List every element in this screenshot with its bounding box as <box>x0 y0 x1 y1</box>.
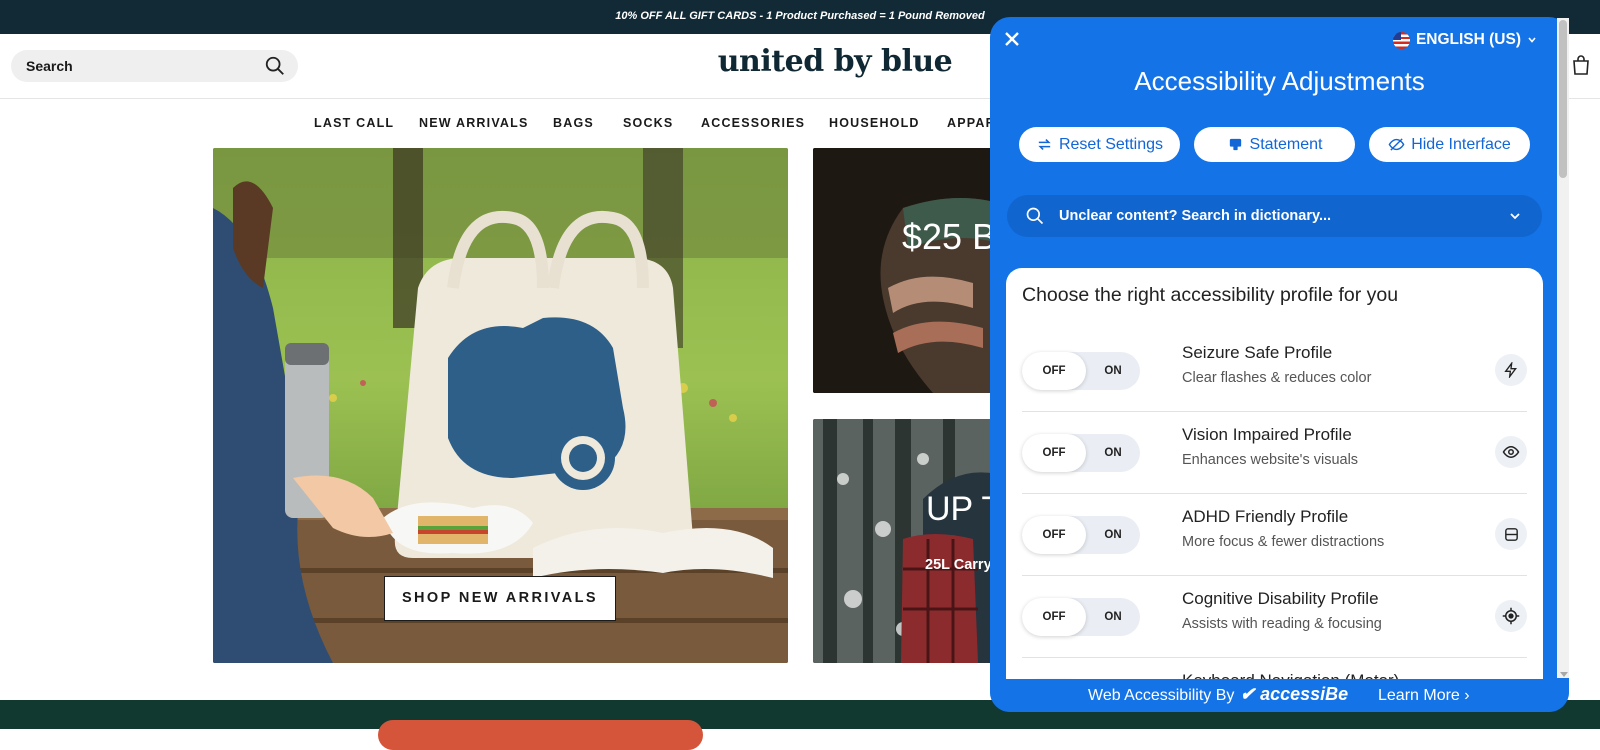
profile-description: Assists with reading & focusing <box>1182 616 1382 632</box>
accessibe-brand-text: accessiBe <box>1260 684 1349 704</box>
scroll-down-arrow[interactable] <box>1560 672 1568 677</box>
socks-image <box>813 148 1013 393</box>
dictionary-search-placeholder: Unclear content? Search in dictionary... <box>1059 208 1332 224</box>
adhd-friendly-toggle[interactable]: OFF ON <box>1022 516 1140 554</box>
language-selector[interactable]: ENGLISH (US) <box>1392 31 1537 49</box>
us-flag-icon <box>1392 31 1410 49</box>
profile-title: ADHD Friendly Profile <box>1182 507 1349 526</box>
nav-item-apparel[interactable]: APPAR <box>947 116 996 130</box>
search-icon <box>1026 207 1044 225</box>
nav-item-household[interactable]: HOUSEHOLD <box>829 116 920 130</box>
language-label: ENGLISH (US) <box>1415 31 1521 48</box>
focus-frame-icon <box>1495 518 1527 550</box>
footer-by-text: Web Accessibility By <box>1088 687 1235 704</box>
cart-icon[interactable] <box>1569 54 1593 78</box>
profile-description: Clear flashes & reduces color <box>1182 370 1372 386</box>
gift-card-promo-text: $25 B <box>902 216 997 257</box>
profile-title: Vision Impaired Profile <box>1182 425 1352 444</box>
seizure-safe-toggle[interactable]: OFF ON <box>1022 352 1140 390</box>
eye-slash-icon <box>1388 138 1405 151</box>
nav-item-bags[interactable]: BAGS <box>553 116 594 130</box>
profile-row-cognitive-disability: OFF ON Cognitive Disability Profile Assi… <box>1022 576 1527 658</box>
panel-scrollbar-thumb[interactable] <box>1559 20 1567 178</box>
learn-more-link[interactable]: Learn More › <box>1378 687 1470 705</box>
toggle-on[interactable]: ON <box>1086 434 1140 472</box>
statement-label: Statement <box>1249 135 1323 153</box>
toggle-off[interactable]: OFF <box>1022 352 1086 390</box>
nav-item-accessories[interactable]: ACCESSORIES <box>701 116 805 130</box>
panel-footer: Web Accessibility By ✔ accessiBe Learn M… <box>990 679 1569 712</box>
site-logo[interactable]: united by blue <box>690 44 980 79</box>
chevron-down-icon <box>1528 37 1536 43</box>
dictionary-search[interactable]: Unclear content? Search in dictionary... <box>1007 195 1542 237</box>
profile-row-seizure-safe: OFF ON Seizure Safe Profile Clear flashe… <box>1022 330 1527 412</box>
profile-description: More focus & fewer distractions <box>1182 534 1385 550</box>
profile-title: Cognitive Disability Profile <box>1182 589 1379 608</box>
profile-row-vision-impaired: OFF ON Vision Impaired Profile Enhances … <box>1022 412 1527 494</box>
bolt-icon <box>1495 354 1527 386</box>
shop-new-arrivals-button[interactable]: SHOP NEW ARRIVALS <box>384 576 616 621</box>
nav-item-new-arrivals[interactable]: NEW ARRIVALS <box>419 116 529 130</box>
reset-arrows-icon <box>1038 138 1051 151</box>
nav-item-last-call[interactable]: LAST CALL <box>314 116 394 130</box>
profile-row-adhd-friendly: OFF ON ADHD Friendly Profile More focus … <box>1022 494 1527 576</box>
toggle-on[interactable]: ON <box>1086 352 1140 390</box>
toggle-off[interactable]: OFF <box>1022 434 1086 472</box>
hero-gift-card-promo[interactable] <box>813 148 1013 393</box>
reset-settings-button[interactable]: Reset Settings <box>1019 127 1180 162</box>
statement-button[interactable]: Statement <box>1194 127 1355 162</box>
toggle-on[interactable]: ON <box>1086 598 1140 636</box>
accessibility-panel: ENGLISH (US) Accessibility Adjustments R… <box>990 17 1569 712</box>
panel-title: Accessibility Adjustments <box>1134 66 1425 96</box>
cognitive-disability-toggle[interactable]: OFF ON <box>1022 598 1140 636</box>
statement-icon <box>1229 138 1241 151</box>
target-icon <box>1495 600 1527 632</box>
hero-backpack-promo[interactable] <box>813 419 1013 663</box>
close-icon[interactable] <box>1001 28 1023 50</box>
snowy-forest-backpack-image <box>813 419 1013 663</box>
hide-interface-button[interactable]: Hide Interface <box>1369 127 1530 162</box>
toggle-off[interactable]: OFF <box>1022 516 1086 554</box>
toggle-on[interactable]: ON <box>1086 516 1140 554</box>
nav-item-socks[interactable]: SOCKS <box>623 116 673 130</box>
search-icon[interactable] <box>264 55 286 77</box>
hide-interface-label: Hide Interface <box>1411 135 1511 153</box>
toggle-off[interactable]: OFF <box>1022 598 1086 636</box>
chevron-down-icon <box>1510 213 1520 220</box>
profiles-heading: Choose the right accessibility profile f… <box>1022 284 1399 306</box>
eye-icon <box>1495 436 1527 468</box>
profile-description: Enhances website's visuals <box>1182 452 1359 468</box>
reset-settings-label: Reset Settings <box>1058 135 1164 153</box>
search-input[interactable]: Search <box>11 50 298 82</box>
backpack-promo-subtext: 25L Carry <box>925 557 992 573</box>
footer-cta-button[interactable] <box>378 720 703 750</box>
accessibe-logo[interactable]: ✔ accessiBe <box>1240 684 1348 705</box>
profiles-card: Choose the right accessibility profile f… <box>1006 268 1543 698</box>
search-label: Search <box>26 58 73 74</box>
profile-title: Seizure Safe Profile <box>1182 343 1333 362</box>
vision-impaired-toggle[interactable]: OFF ON <box>1022 434 1140 472</box>
